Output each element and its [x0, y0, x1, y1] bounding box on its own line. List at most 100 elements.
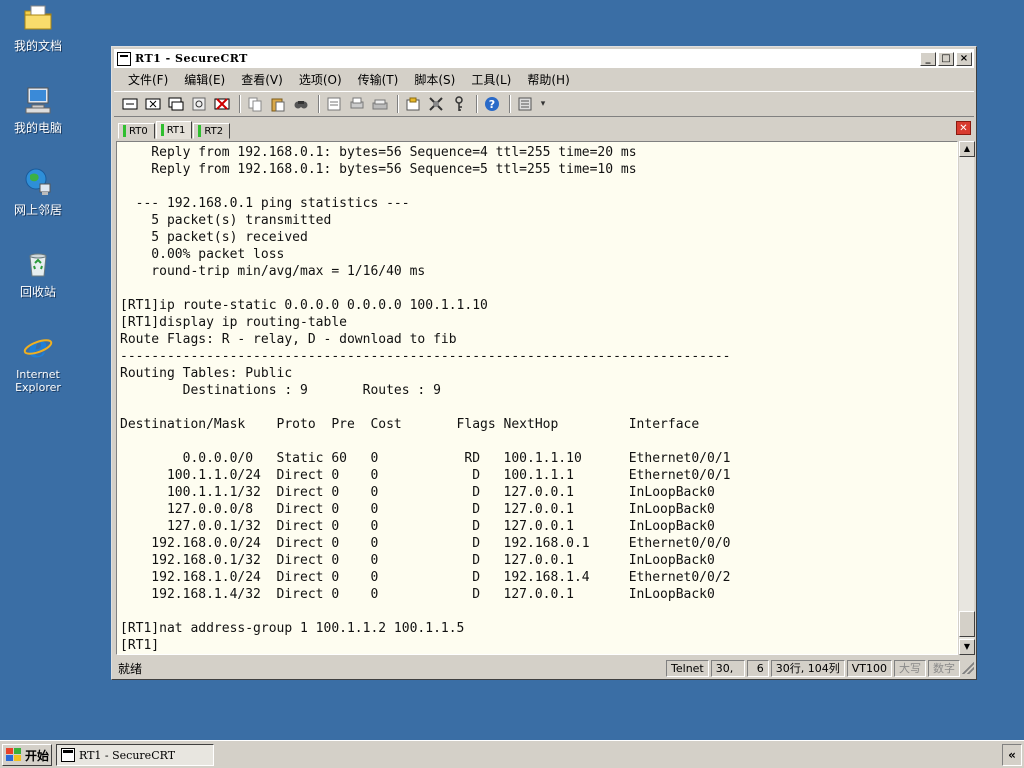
terminal-line: 192.168.0.0/24 Direct 0 0 D 192.168.0.1 …: [120, 536, 731, 551]
resize-grip-icon[interactable]: [962, 662, 974, 674]
terminal-line: Routing Tables: Public: [120, 366, 293, 381]
status-emulation: VT100: [846, 659, 892, 677]
recycle-bin-icon: [29, 253, 47, 277]
terminal-line: Reply from 192.168.0.1: bytes=56 Sequenc…: [120, 162, 637, 177]
global-options-icon[interactable]: [426, 94, 446, 114]
terminal-line: Route Flags: R - relay, D - download to …: [120, 332, 457, 347]
status-col: 6: [746, 659, 769, 677]
scroll-thumb[interactable]: [959, 611, 975, 637]
terminal-line: 192.168.1.0/24 Direct 0 0 D 192.168.1.4 …: [120, 570, 731, 585]
status-row: 30,: [710, 659, 745, 677]
scroll-up-button[interactable]: ▲: [959, 141, 975, 157]
close-button[interactable]: ×: [956, 51, 972, 66]
connect-icon[interactable]: [120, 94, 140, 114]
paste-icon[interactable]: [268, 94, 288, 114]
tab-label: RT1: [166, 124, 186, 136]
terminal-line: Reply from 192.168.0.1: bytes=56 Sequenc…: [120, 145, 637, 160]
maximize-button[interactable]: □: [938, 51, 954, 66]
terminal-line: [RT1]ip route-static 0.0.0.0 0.0.0.0 100…: [120, 298, 488, 313]
terminal-line: 192.168.1.4/32 Direct 0 0 D 127.0.0.1 In…: [120, 587, 715, 602]
status-size: 30行, 104列: [770, 659, 845, 677]
start-label: 开始: [25, 748, 50, 763]
app-icon: [61, 748, 75, 762]
tab-rt2[interactable]: RT2: [193, 123, 231, 139]
minimize-button[interactable]: _: [920, 51, 936, 66]
quick-connect-icon[interactable]: [143, 94, 163, 114]
desktop-icon-label: 网上邻居: [13, 203, 62, 217]
desktop-icon-my-computer[interactable]: 我的电脑: [4, 84, 72, 135]
status-num: 数字: [928, 659, 960, 677]
terminal-line: 100.1.1.1/32 Direct 0 0 D 127.0.0.1 InLo…: [120, 485, 715, 500]
menu-view[interactable]: 查看(V): [233, 71, 291, 88]
terminal-line: 127.0.0.1/32 Direct 0 0 D 127.0.0.1 InLo…: [120, 519, 715, 534]
start-button[interactable]: 开始: [2, 744, 52, 766]
folder-icon: [24, 5, 52, 30]
terminal-line: Destination/Mask Proto Pre Cost Flags Ne…: [120, 417, 700, 432]
computer-icon: [25, 87, 51, 114]
terminal-line: 100.1.1.0/24 Direct 0 0 D 100.1.1.1 Ethe…: [120, 468, 731, 483]
terminal-line: [RT1]nat address-group 1 100.1.1.2 100.1…: [120, 621, 465, 636]
network-icon: [25, 168, 51, 195]
status-bar: 就绪 Telnet 30, 6 30行, 104列 VT100 大写 数字: [114, 658, 974, 678]
svg-text:?: ?: [489, 98, 495, 111]
terminal-text: Reply from 192.168.0.1: bytes=56 Sequenc…: [117, 142, 957, 654]
terminal-line: round-trip min/avg/max = 1/16/40 ms: [120, 264, 426, 279]
tab-rt1[interactable]: RT1: [155, 121, 193, 139]
tab-rt0[interactable]: RT0: [118, 123, 155, 139]
menu-tools[interactable]: 工具(L): [463, 71, 519, 88]
taskbar-item-securecrt[interactable]: RT1 - SecureCRT: [56, 744, 214, 766]
menu-script[interactable]: 脚本(S): [406, 71, 463, 88]
terminal-area[interactable]: Reply from 192.168.0.1: bytes=56 Sequenc…: [116, 141, 958, 655]
find-icon[interactable]: [291, 94, 311, 114]
terminal-line: 192.168.0.1/32 Direct 0 0 D 127.0.0.1 In…: [120, 553, 715, 568]
menu-edit[interactable]: 编辑(E): [176, 71, 233, 88]
sftp-icon[interactable]: [515, 94, 535, 114]
copy-icon[interactable]: [245, 94, 265, 114]
print-icon[interactable]: [347, 94, 367, 114]
menu-help[interactable]: 帮助(H): [519, 71, 577, 88]
session-options-icon[interactable]: [403, 94, 423, 114]
connected-indicator-icon: [160, 124, 164, 136]
menu-transfer[interactable]: 传输(T): [350, 71, 407, 88]
session-tabs: RT0 RT1 RT2: [118, 121, 231, 139]
tab-label: RT0: [129, 125, 148, 137]
desktop-icon-label: 我的文档: [13, 39, 62, 53]
window-title: RT1 - SecureCRT: [135, 52, 248, 65]
desktop-icon-network[interactable]: 网上邻居: [4, 166, 72, 217]
disconnect-icon[interactable]: [212, 94, 232, 114]
connect-in-tab-icon[interactable]: [166, 94, 186, 114]
keymap-icon[interactable]: [449, 94, 469, 114]
menu-file[interactable]: 文件(F): [120, 71, 176, 88]
status-protocol: Telnet: [666, 659, 709, 677]
print-screen-icon[interactable]: [370, 94, 390, 114]
desktop-icon-internet-explorer[interactable]: e Internet Explorer: [4, 330, 72, 394]
terminal-line: ----------------------------------------…: [120, 349, 731, 364]
title-bar[interactable]: RT1 - SecureCRT _ □ ×: [114, 49, 974, 68]
print-setup-icon[interactable]: [324, 94, 344, 114]
desktop-icon-recycle-bin[interactable]: 回收站: [4, 248, 72, 299]
toolbar: ? ▾: [114, 91, 974, 117]
menu-options[interactable]: 选项(O): [291, 71, 350, 88]
terminal-line: 0.00% packet loss: [120, 247, 285, 262]
terminal-line: 5 packet(s) transmitted: [120, 213, 332, 228]
app-icon: [117, 51, 131, 66]
terminal-line: Destinations : 9 Routes : 9: [120, 383, 441, 398]
desktop-icon-my-documents[interactable]: 我的文档: [4, 2, 72, 53]
ie-icon: e: [23, 330, 53, 365]
toolbar-overflow-icon[interactable]: ▾: [538, 94, 548, 114]
windows-logo-icon: [6, 748, 21, 761]
reconnect-icon[interactable]: [189, 94, 209, 114]
vertical-scrollbar[interactable]: ▲ ▼: [958, 141, 975, 655]
help-icon[interactable]: ?: [482, 94, 502, 114]
tray-expand-button[interactable]: «: [1002, 744, 1022, 766]
scroll-down-button[interactable]: ▼: [959, 639, 975, 655]
status-caps: 大写: [894, 659, 926, 677]
close-tab-icon[interactable]: ✕: [956, 121, 971, 135]
status-ready: 就绪: [118, 661, 143, 676]
svg-text:e: e: [28, 330, 47, 362]
taskbar: 开始 RT1 - SecureCRT «: [0, 740, 1024, 768]
